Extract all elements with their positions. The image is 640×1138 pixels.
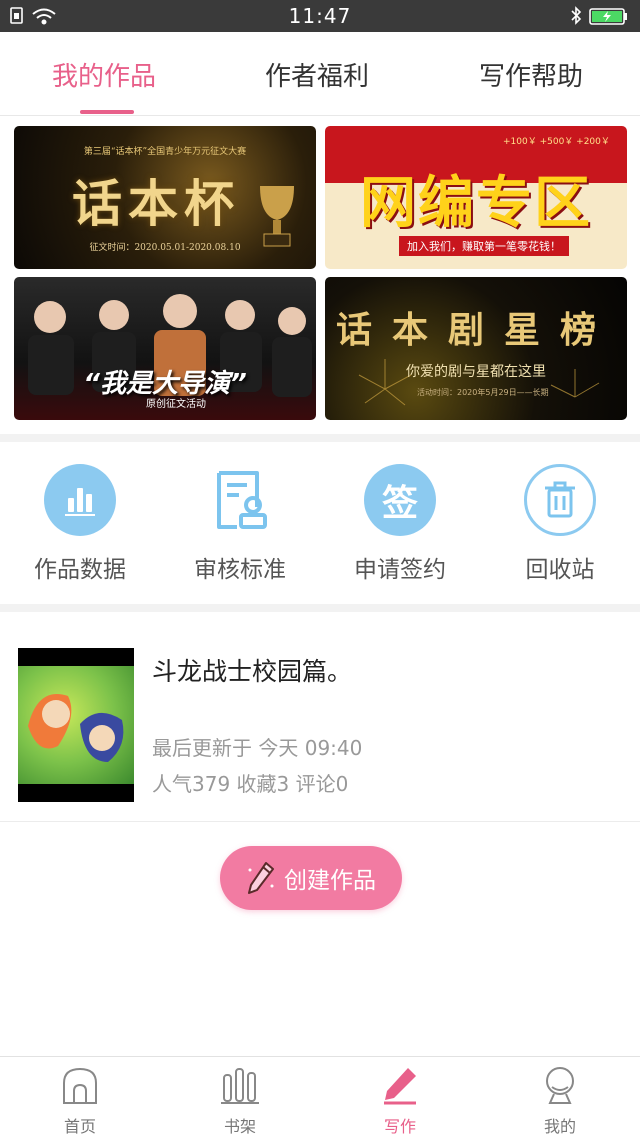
work-list-item[interactable]: 斗龙战士校园篇。 最后更新于 今天 09:40 人气379 收藏3 评论0 [0,612,640,822]
work-updated-time: 最后更新于 今天 09:40 [152,736,363,760]
tool-recycle-bin[interactable]: 回收站 [480,464,640,584]
nav-label: 写作 [383,1117,416,1136]
section-divider [0,604,640,612]
trash-icon [524,464,596,536]
bottom-nav: 首页 书架 写作 我的 [0,1056,640,1138]
nav-home[interactable]: 首页 [0,1065,160,1137]
write-icon [384,1068,416,1105]
create-work-label: 创建作品 [284,868,376,894]
active-tab-indicator [80,110,134,114]
bookshelf-icon [221,1068,259,1104]
tool-row: 作品数据 审核标准 签 申请签约 回收站 [0,446,640,604]
nav-write[interactable]: 写作 [320,1065,480,1137]
bluetooth-icon [571,6,582,25]
banner-sub-text: 加入我们，赚取第一笔零花钱！ [399,236,569,256]
nav-bookshelf[interactable]: 书架 [160,1065,320,1137]
tool-label: 作品数据 [34,557,126,583]
section-divider [0,434,640,442]
banner-title: 网编专区 [360,171,592,236]
banner-huaben-cup[interactable]: 第三届“话本杯”全国青少年万元征文大赛 话本杯 征文时间：2020.05.01-… [14,126,316,269]
work-title: 斗龙战士校园篇。 [152,657,353,686]
sign-icon-char: 签 [381,483,418,524]
banner-drama-stars[interactable]: 话本剧星榜 你爱的剧与星都在这里 活动时间：2020年5月29日——长期 [325,277,627,420]
banner-title: 话本剧星榜 [335,309,616,351]
tool-label: 审核标准 [194,557,286,583]
home-icon [63,1067,97,1104]
banner-sub-text: 原创征文活动 [146,399,206,410]
review-doc-icon [204,464,276,536]
nav-label: 书架 [223,1117,256,1136]
tool-apply-sign[interactable]: 签 申请签约 [320,464,480,584]
nav-label: 我的 [543,1117,576,1136]
battery-icon [589,8,627,25]
banner-top-text: 第三届“话本杯”全国青少年万元征文大赛 [83,147,247,157]
banner-director[interactable]: “我是大导演” 原创征文活动 [14,277,316,420]
tab-author-benefits[interactable]: 作者福利 [265,56,369,93]
tab-writing-help[interactable]: 写作帮助 [479,56,583,93]
banner-editor-zone[interactable]: +100￥ +500￥ +200￥ 网编专区 加入我们，赚取第一笔零花钱！ [325,126,627,269]
sign-icon: 签 [364,464,436,536]
banner-grid: 第三届“话本杯”全国青少年万元征文大赛 话本杯 征文时间：2020.05.01-… [0,124,640,424]
status-time: 11:47 [288,4,352,28]
top-tabs: 我的作品 作者福利 写作帮助 [0,32,640,116]
profile-icon [546,1067,574,1104]
create-work-button[interactable]: 创建作品 [220,846,402,910]
banner-top-text: +100￥ +500￥ +200￥ [503,137,610,147]
nav-profile[interactable]: 我的 [480,1065,640,1137]
tool-label: 申请签约 [354,557,446,583]
tool-review-standard[interactable]: 审核标准 [160,464,320,584]
status-bar: 11:47 [0,0,640,32]
nav-label: 首页 [63,1117,96,1136]
work-stats: 人气379 收藏3 评论0 [152,772,349,796]
tab-my-works[interactable]: 我的作品 [52,56,156,93]
tool-label: 回收站 [525,557,595,583]
pencil-icon [248,862,274,894]
status-right-icons [568,6,630,30]
banner-small-text: 活动时间：2020年5月29日——长期 [417,388,549,397]
banner-sub-text: 征文时间：2020.05.01-2020.08.10 [89,243,241,253]
banner-title: 话本杯 [72,174,240,233]
banner-sub-text: 你爱的剧与星都在这里 [406,364,546,380]
work-cover-image [18,648,134,802]
bar-chart-icon [44,464,116,536]
tool-work-data[interactable]: 作品数据 [0,464,160,584]
